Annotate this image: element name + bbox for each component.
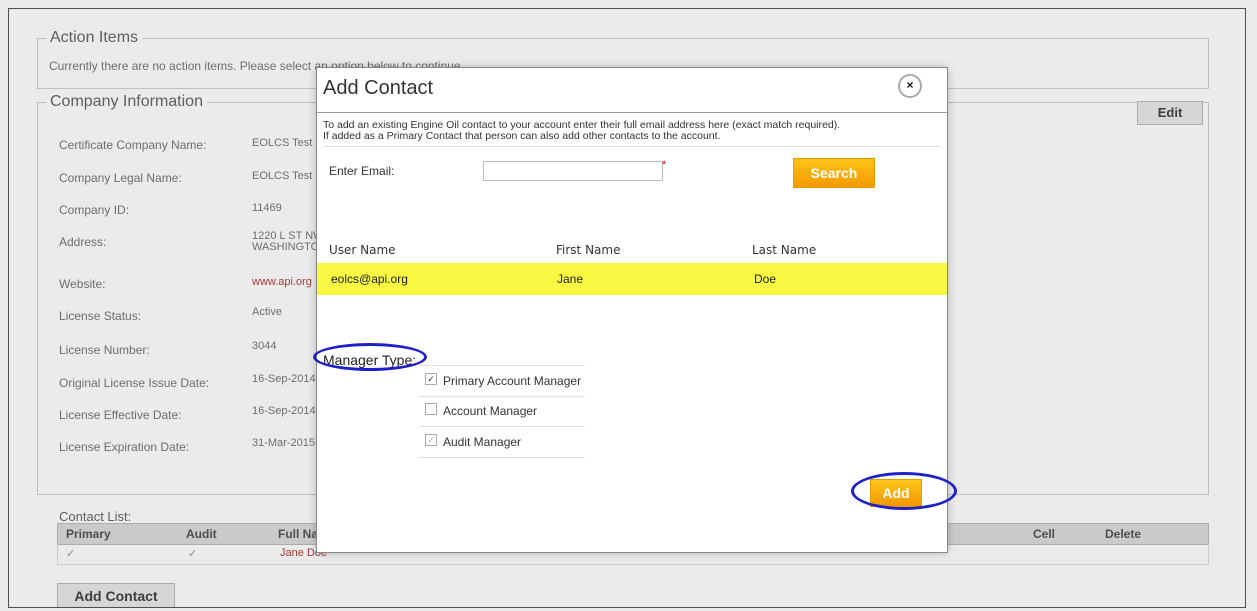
close-icon[interactable]: × [898, 74, 922, 98]
dialog-title: Add Contact [323, 77, 434, 99]
account-manager-label: Account Manager [443, 404, 538, 418]
primary-account-manager-label: Primary Account Manager [443, 374, 582, 388]
instructions-line-2: If added as a Primary Contact that perso… [323, 130, 721, 142]
required-indicator: * [662, 159, 667, 171]
account-manager-checkbox[interactable] [425, 403, 437, 415]
email-input[interactable] [483, 161, 663, 181]
result-first-name: Jane [557, 272, 584, 286]
manager-type-highlight [313, 343, 427, 371]
column-last-name: Last Name [752, 243, 817, 257]
column-user-name: User Name [329, 243, 396, 257]
title-divider [317, 112, 947, 113]
table-row[interactable]: eolcs@api.org Jane Doe [317, 263, 947, 295]
instructions-divider [323, 146, 940, 147]
add-contact-dialog: Add Contact × To add an existing Engine … [317, 68, 947, 552]
audit-manager-checkbox[interactable]: ✓ [425, 434, 437, 446]
primary-account-manager-checkbox[interactable]: ✓ [425, 373, 437, 385]
add-button-highlight [851, 472, 957, 510]
result-last-name: Doe [754, 272, 777, 286]
result-user-name: eolcs@api.org [331, 272, 408, 286]
search-button[interactable]: Search [793, 158, 875, 188]
option-audit-manager[interactable]: ✓ Audit Manager [419, 427, 585, 458]
audit-manager-label: Audit Manager [443, 435, 522, 449]
option-primary-account-manager[interactable]: ✓ Primary Account Manager [419, 365, 585, 397]
option-account-manager[interactable]: Account Manager [419, 396, 585, 427]
email-label: Enter Email: [329, 164, 395, 178]
dialog-instructions: To add an existing Engine Oil contact to… [323, 120, 840, 142]
column-first-name: First Name [556, 243, 621, 257]
